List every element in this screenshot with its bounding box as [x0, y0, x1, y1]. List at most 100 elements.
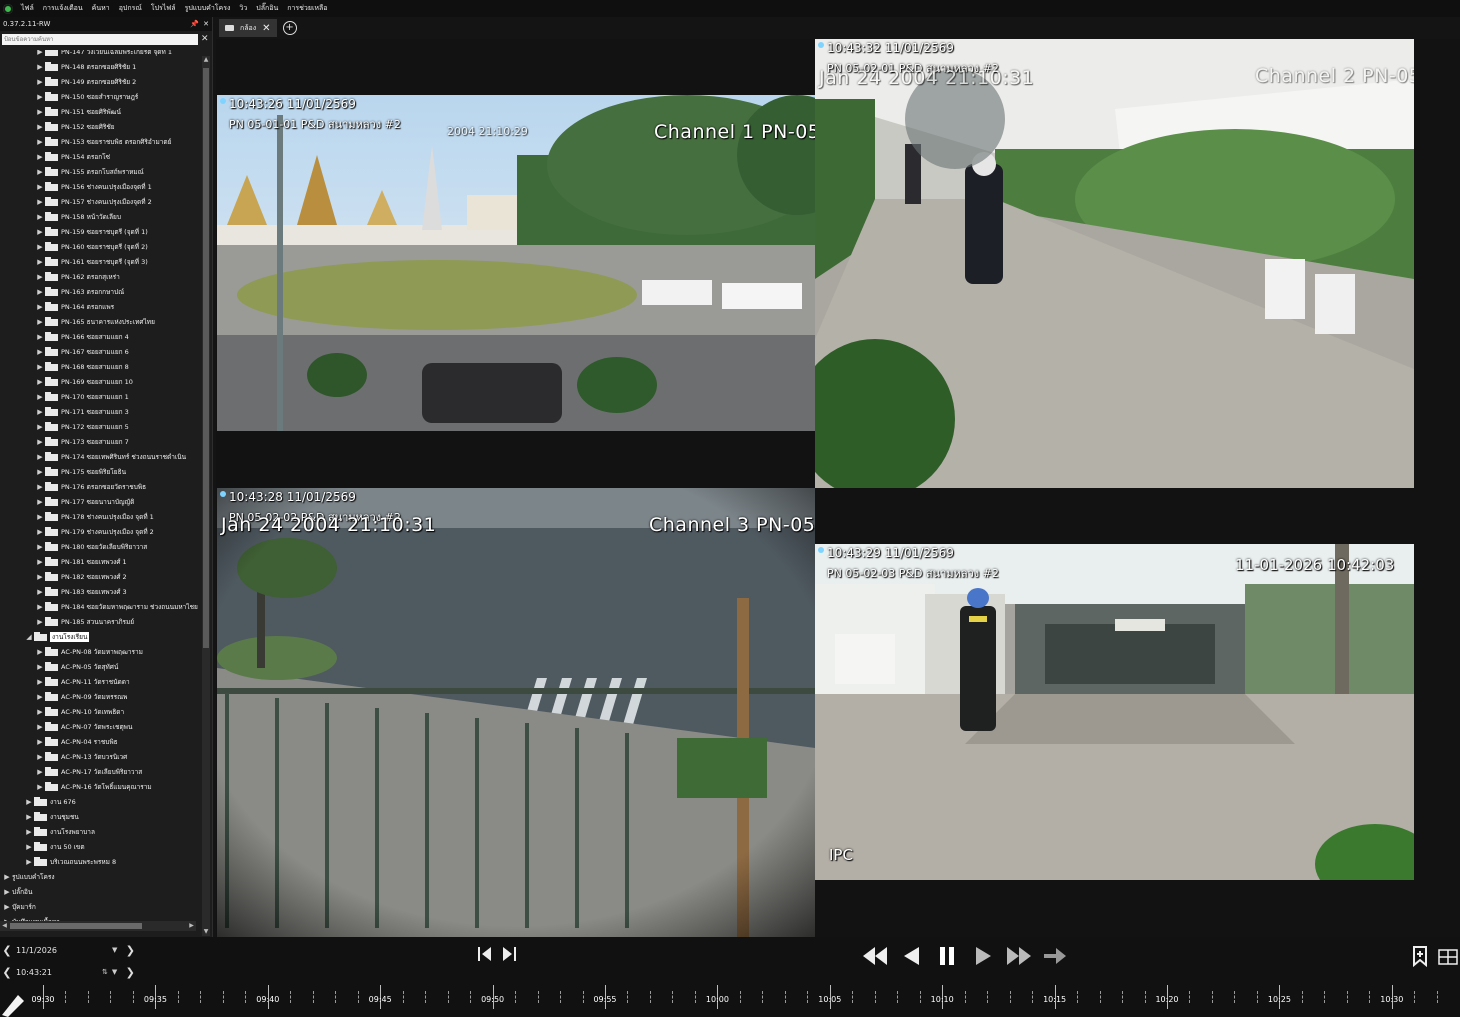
tree-item[interactable]: ▶ PN-176 ตรอกซอยวัดราชบพิธ — [0, 479, 198, 494]
expand-arrow-icon[interactable]: ▶ — [35, 348, 45, 356]
tree-item[interactable]: ▶ AC-PN-07 วัดพระเชตุพน — [0, 719, 198, 734]
tree-item[interactable]: ▶ PN-166 ซอยสามแยก 4 — [0, 329, 198, 344]
tree-item[interactable]: ▶ PN-159 ซอยราชบุตรี (จุดที่ 1) — [0, 224, 198, 239]
camera-feed-4[interactable]: 10:43:29 11/01/2569 PN 05-02-03 P&D สนาม… — [815, 544, 1414, 880]
expand-arrow-icon[interactable]: ▶ — [35, 483, 45, 491]
tree-item[interactable]: ▶ PN-149 ตรอกซอยศิริชัย 2 — [0, 74, 198, 89]
menu-alerts[interactable]: การแจ้งเตือน — [43, 3, 83, 14]
menu-plugins[interactable]: ปลั๊กอิน — [256, 3, 278, 14]
expand-arrow-icon[interactable]: ▶ — [24, 858, 34, 866]
tree-item[interactable]: ▶ งานชุมชน — [0, 809, 198, 824]
tree-item[interactable]: ▶ บริเวณถนนพระพรหม 8 — [0, 854, 198, 869]
tree-item[interactable]: ▶ PN-177 ซอยนานาบัญญัติ — [0, 494, 198, 509]
expand-arrow-icon[interactable]: ▶ — [35, 168, 45, 176]
tree-item[interactable]: ▶ PN-155 ตรอกโบสถ์พราหมณ์ — [0, 164, 198, 179]
search-input[interactable] — [2, 33, 198, 45]
layout-toggle-icon[interactable] — [1438, 949, 1458, 965]
tree-item[interactable]: ▶ PN-161 ซอยราชบุตรี (จุดที่ 3) — [0, 254, 198, 269]
expand-arrow-icon[interactable]: ▶ — [35, 183, 45, 191]
expand-arrow-icon[interactable]: ▶ — [2, 873, 12, 881]
tree-item[interactable]: ▶ PN-152 ซอยศิริชัย — [0, 119, 198, 134]
tree-item[interactable]: ▶ PN-153 ซอยราชบพิธ ตรอกศิริอำมาตย์ — [0, 134, 198, 149]
prev-time-icon[interactable]: ❮ — [0, 966, 14, 979]
tree-item[interactable]: ▶ AC-PN-10 วัดเทพธิดา — [0, 704, 198, 719]
expand-arrow-icon[interactable]: ▶ — [35, 213, 45, 221]
expand-arrow-icon[interactable]: ▶ — [35, 468, 45, 476]
fast-forward-button[interactable] — [1004, 941, 1034, 971]
menu-profile[interactable]: โปรไฟล์ — [151, 3, 176, 14]
collapse-arrow-icon[interactable]: ◢ — [24, 633, 34, 641]
expand-arrow-icon[interactable]: ▶ — [35, 393, 45, 401]
tree-vertical-scrollbar[interactable]: ▲ ▼ — [202, 56, 210, 936]
time-value[interactable]: 10:43:21 — [14, 968, 102, 977]
tree-item[interactable]: ▶ AC-PN-13 วัดบวรนิเวศ — [0, 749, 198, 764]
expand-arrow-icon[interactable]: ▶ — [35, 588, 45, 596]
panel-close-icon[interactable]: ✕ — [203, 20, 209, 28]
tree-item[interactable]: ▶ PN-162 ตรอกสุเหร่า — [0, 269, 198, 284]
play-button[interactable] — [968, 941, 998, 971]
bookmark-icon[interactable] — [1411, 945, 1429, 967]
expand-arrow-icon[interactable]: ▶ — [35, 378, 45, 386]
tab-cameras[interactable]: กล้อง ✕ — [219, 19, 277, 37]
tree-item[interactable]: ▶ PN-165 ธนาคารแห่งประเทศไทย — [0, 314, 198, 329]
expand-arrow-icon[interactable]: ▶ — [35, 63, 45, 71]
scroll-thumb[interactable] — [203, 68, 209, 648]
expand-arrow-icon[interactable]: ▶ — [35, 123, 45, 131]
pin-icon[interactable]: 📌 — [190, 20, 199, 28]
expand-arrow-icon[interactable]: ▶ — [35, 363, 45, 371]
expand-arrow-icon[interactable]: ▶ — [35, 423, 45, 431]
camera-feed-2[interactable]: 10:43:32 11/01/2569 PN 05-02-01 P&D สนาม… — [815, 39, 1414, 488]
camera-feed-3[interactable]: 10:43:28 11/01/2569 PN 05-02-02 P&D สนาม… — [217, 488, 815, 937]
tree-item[interactable]: ▶ PN-172 ซอยสามแยก 5 — [0, 419, 198, 434]
expand-arrow-icon[interactable]: ▶ — [24, 843, 34, 851]
tree-item[interactable]: ▶ งานโรงพยาบาล — [0, 824, 198, 839]
tree-item[interactable]: ▶ PN-156 ช่างคนเปรุงเมืองจุดที่ 1 — [0, 179, 198, 194]
expand-arrow-icon[interactable]: ▶ — [35, 288, 45, 296]
tree-item[interactable]: ▶ PN-185 สวนนาคราภิรมย์ — [0, 614, 198, 629]
rewind-button[interactable] — [860, 941, 890, 971]
play-backward-button[interactable] — [896, 941, 926, 971]
tree-item[interactable]: ▶ PN-151 ซอยศิริพัฒน์ — [0, 104, 198, 119]
expand-arrow-icon[interactable]: ▶ — [35, 438, 45, 446]
expand-arrow-icon[interactable]: ▶ — [35, 273, 45, 281]
tree-item[interactable]: ▶ PN-163 ตรอกกษาปณ์ — [0, 284, 198, 299]
expand-arrow-icon[interactable]: ▶ — [35, 228, 45, 236]
expand-arrow-icon[interactable]: ▶ — [35, 753, 45, 761]
tree-item[interactable]: ▶ AC-PN-09 วัดมหรรณพ — [0, 689, 198, 704]
expand-arrow-icon[interactable]: ▶ — [2, 888, 12, 896]
tree-item[interactable]: ▶ รูปแบบคำโครง — [0, 869, 198, 884]
expand-arrow-icon[interactable]: ▶ — [35, 258, 45, 266]
expand-arrow-icon[interactable]: ▶ — [35, 93, 45, 101]
tree-item[interactable]: ▶ PN-170 ซอยสามแยก 1 — [0, 389, 198, 404]
tree-item[interactable]: ▶ PN-184 ซอยวัดมหาพฤฒาราม ช่วงถนนมหาไชย — [0, 599, 198, 614]
menu-devices[interactable]: อุปกรณ์ — [119, 3, 142, 14]
tree-item[interactable]: ▶ PN-181 ซอยเทพวงศ์ 1 — [0, 554, 198, 569]
tree-item[interactable]: ▶ PN-158 หน้าวัดเลียบ — [0, 209, 198, 224]
tree-item[interactable]: ▶ PN-175 ซอยพิริยโยธิน — [0, 464, 198, 479]
tree-item[interactable]: ▶ PN-160 ซอยราชบุตรี (จุดที่ 2) — [0, 239, 198, 254]
expand-arrow-icon[interactable]: ▶ — [35, 783, 45, 791]
prev-date-icon[interactable]: ❮ — [0, 944, 14, 957]
expand-arrow-icon[interactable]: ▶ — [35, 108, 45, 116]
tree-item[interactable]: ▶ AC-PN-08 วัดมหาพฤฒาราม — [0, 644, 198, 659]
tree-item[interactable]: ▶ AC-PN-04 ราชบพิธ — [0, 734, 198, 749]
tree-item[interactable]: ▶ PN-179 ช่างคนเปรุงเมือง จุดที่ 2 — [0, 524, 198, 539]
menu-help[interactable]: การช่วยเหลือ — [287, 3, 327, 14]
expand-arrow-icon[interactable]: ▶ — [35, 153, 45, 161]
tree-item[interactable]: ▶ PN-178 ช่างคนเปรุงเมือง จุดที่ 1 — [0, 509, 198, 524]
time-spinner-icon[interactable]: ⇅ — [102, 968, 108, 976]
tree-item[interactable]: ◢ งานโรงเรียน — [0, 629, 198, 644]
expand-arrow-icon[interactable]: ▶ — [35, 408, 45, 416]
add-tab-icon[interactable]: + — [282, 21, 297, 35]
tab-close-icon[interactable]: ✕ — [262, 23, 270, 34]
scroll-up-icon[interactable]: ▲ — [202, 56, 210, 64]
expand-arrow-icon[interactable]: ▶ — [35, 558, 45, 566]
tree-item[interactable]: ▶ ปลั๊กอิน — [0, 884, 198, 899]
date-dropdown-icon[interactable]: ▼ — [112, 946, 117, 954]
clear-search-icon[interactable]: ✕ — [201, 34, 209, 44]
expand-arrow-icon[interactable]: ▶ — [35, 498, 45, 506]
tree-item[interactable]: ▶ AC-PN-17 วัดเลียบพิริยาวาส — [0, 764, 198, 779]
expand-arrow-icon[interactable]: ▶ — [35, 50, 45, 56]
prev-frame-icon[interactable] — [476, 945, 494, 963]
tree-item[interactable]: ▶ PN-157 ช่างคนเปรุงเมืองจุดที่ 2 — [0, 194, 198, 209]
